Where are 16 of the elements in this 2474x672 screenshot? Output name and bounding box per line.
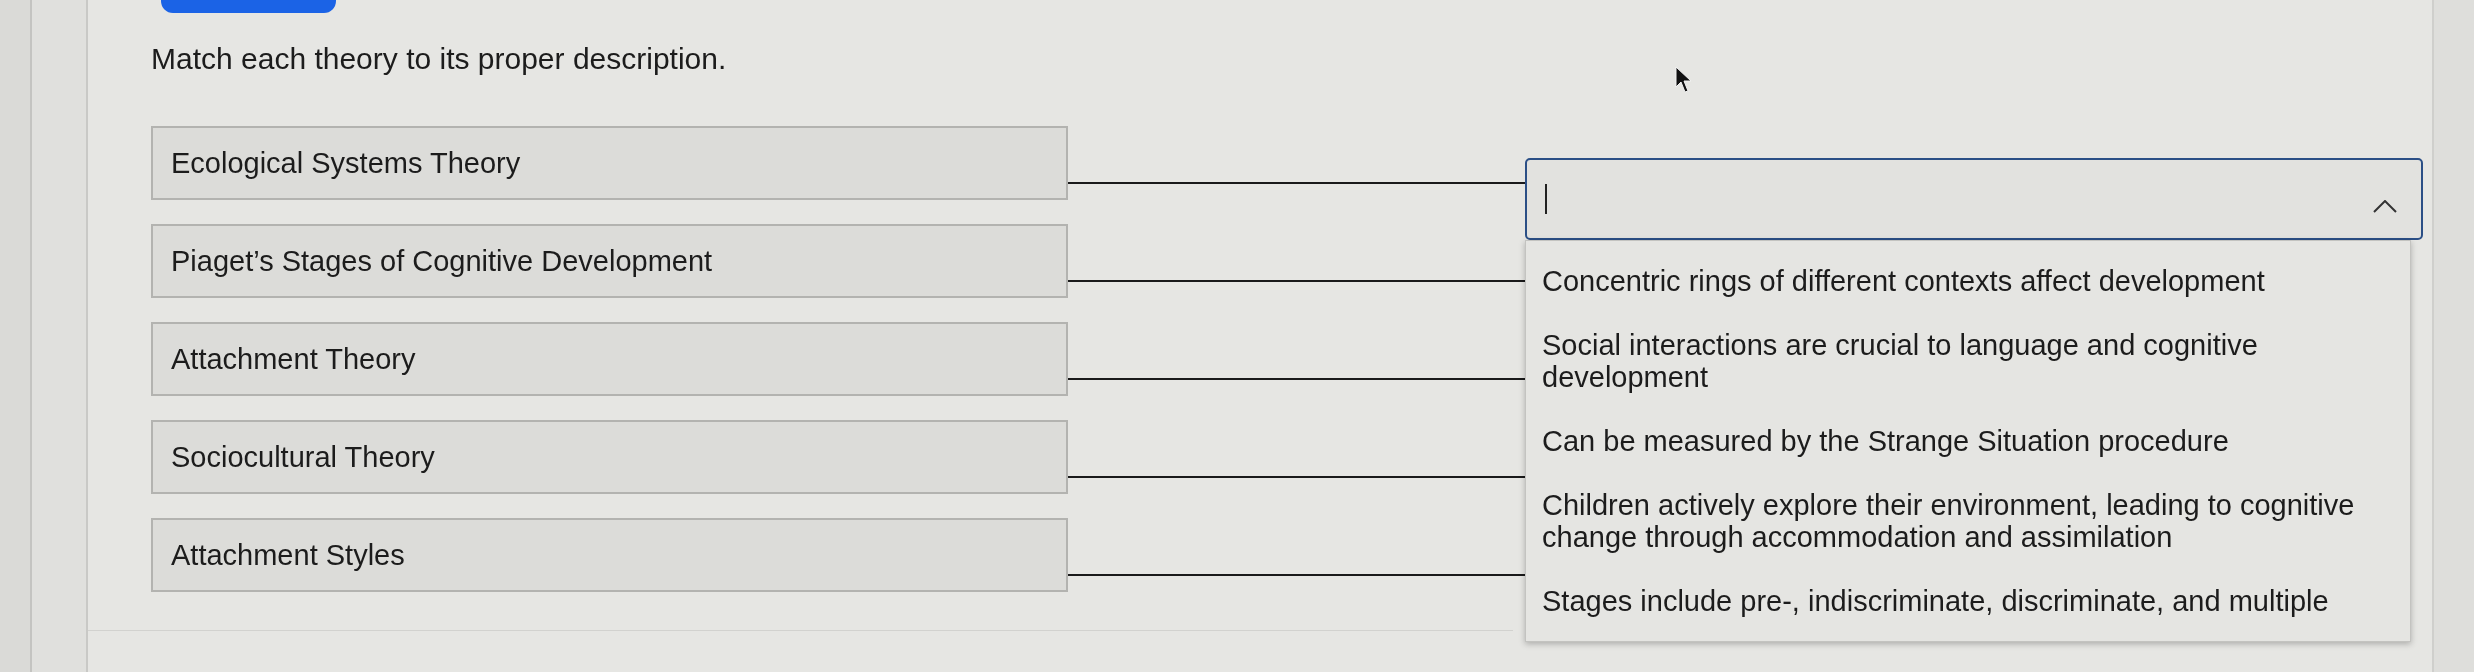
dropdown-option[interactable]: Concentric rings of different contexts affect development xyxy=(1526,249,2410,313)
question-prompt: Match each theory to its proper description. xyxy=(151,41,728,77)
partial-button[interactable] xyxy=(161,0,336,13)
mouse-pointer-icon xyxy=(1675,66,1693,93)
dropdown-option[interactable]: Children actively explore their environment, leading to cognitive change through accommodation and assimilation xyxy=(1526,473,2410,569)
term-box: Ecological Systems Theory xyxy=(151,126,1068,200)
term-box: Attachment Theory xyxy=(151,322,1068,396)
dropdown-option[interactable]: Stages include pre-, indiscriminate, discriminate, and multiple xyxy=(1526,569,2410,633)
dropdown-option[interactable]: Can be measured by the Strange Situation procedure xyxy=(1526,409,2410,473)
dropdown-field[interactable] xyxy=(1525,158,2423,240)
caret-up-icon[interactable] xyxy=(2373,199,2397,213)
term-box: Sociocultural Theory xyxy=(151,420,1068,494)
term-box: Attachment Styles xyxy=(151,518,1068,592)
dropdown-option[interactable]: Social interactions are crucial to language and cognitive development xyxy=(1526,313,2410,409)
text-cursor xyxy=(1545,184,1547,214)
term-box: Piaget’s Stages of Cognitive Development xyxy=(151,224,1068,298)
